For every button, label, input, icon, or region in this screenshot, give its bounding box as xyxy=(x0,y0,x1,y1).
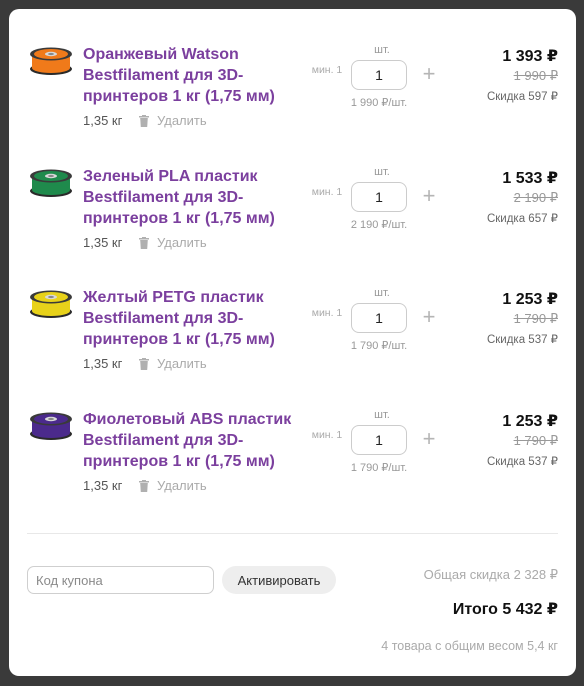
plus-icon[interactable]: + xyxy=(419,306,439,328)
old-price: 1 790 ₽ xyxy=(513,433,558,448)
trash-icon xyxy=(139,479,149,492)
item-meta: 1,35 кг Удалить xyxy=(83,113,207,128)
old-price: 1 790 ₽ xyxy=(513,311,558,326)
qty-unit: шт. xyxy=(374,44,390,56)
unit-price: 1 790 ₽/шт. xyxy=(350,462,408,474)
qty-min: мин. 1 xyxy=(311,307,343,319)
plus-icon[interactable]: + xyxy=(419,185,439,207)
item-meta: 1,35 кг Удалить xyxy=(83,478,207,493)
delete-label: Удалить xyxy=(157,235,207,250)
qty-min: мин. 1 xyxy=(311,429,343,441)
quantity-input[interactable] xyxy=(351,60,407,90)
activate-coupon-button[interactable]: Активировать xyxy=(222,566,336,594)
discount: Скидка 537 ₽ xyxy=(486,456,558,468)
price: 1 533 ₽ xyxy=(502,170,558,187)
total-discount: Общая скидка 2 328 ₽ xyxy=(423,567,558,582)
item-weight: 1,35 кг xyxy=(83,478,123,493)
old-price: 2 190 ₽ xyxy=(513,190,558,205)
qty-unit: шт. xyxy=(374,166,390,178)
grand-total: Итого 5 432 ₽ xyxy=(452,601,558,618)
unit-price: 1 790 ₽/шт. xyxy=(350,340,408,352)
qty-unit: шт. xyxy=(374,409,390,421)
discount: Скидка 657 ₽ xyxy=(486,213,558,225)
filament-spool-icon xyxy=(30,412,72,440)
quantity-input[interactable] xyxy=(351,303,407,333)
plus-icon[interactable]: + xyxy=(419,63,439,85)
price: 1 253 ₽ xyxy=(502,291,558,308)
item-weight: 1,35 кг xyxy=(83,113,123,128)
unit-price: 2 190 ₽/шт. xyxy=(350,219,408,231)
product-title-link[interactable]: Оранжевый Watson Bestfilament для 3D-при… xyxy=(83,44,308,107)
delete-button[interactable]: Удалить xyxy=(139,356,207,371)
cart-item: Оранжевый Watson Bestfilament для 3D-при… xyxy=(9,44,576,154)
coupon-input[interactable] xyxy=(27,566,214,594)
cart-item: Зеленый PLA пластик Bestfilament для 3D-… xyxy=(9,166,576,276)
discount: Скидка 537 ₽ xyxy=(486,334,558,346)
unit-price: 1 990 ₽/шт. xyxy=(350,97,408,109)
cart-item: Желтый PETG пластик Bestfilament для 3D-… xyxy=(9,287,576,397)
quantity-input[interactable] xyxy=(351,425,407,455)
qty-unit: шт. xyxy=(374,287,390,299)
filament-spool-icon xyxy=(30,47,72,75)
qty-min: мин. 1 xyxy=(311,64,343,76)
cart-item: Фиолетовый ABS пластик Bestfilament для … xyxy=(9,409,576,519)
trash-icon xyxy=(139,236,149,249)
filament-spool-icon xyxy=(30,169,72,197)
qty-min: мин. 1 xyxy=(311,186,343,198)
delete-button[interactable]: Удалить xyxy=(139,478,207,493)
item-meta: 1,35 кг Удалить xyxy=(83,235,207,250)
quantity-stepper: шт. мин. 1 + 1 790 ₽/шт. xyxy=(309,409,449,489)
quantity-stepper: шт. мин. 1 + 1 990 ₽/шт. xyxy=(309,44,449,124)
quantity-stepper: шт. мин. 1 + 2 190 ₽/шт. xyxy=(309,166,449,246)
quantity-input[interactable] xyxy=(351,182,407,212)
item-meta: 1,35 кг Удалить xyxy=(83,356,207,371)
delete-button[interactable]: Удалить xyxy=(139,235,207,250)
item-weight: 1,35 кг xyxy=(83,235,123,250)
product-title-link[interactable]: Зеленый PLA пластик Bestfilament для 3D-… xyxy=(83,166,308,229)
item-weight: 1,35 кг xyxy=(83,356,123,371)
delete-label: Удалить xyxy=(157,478,207,493)
old-price: 1 990 ₽ xyxy=(513,68,558,83)
divider xyxy=(27,533,558,534)
price: 1 393 ₽ xyxy=(502,48,558,65)
delete-label: Удалить xyxy=(157,113,207,128)
trash-icon xyxy=(139,114,149,127)
delete-label: Удалить xyxy=(157,356,207,371)
cart-card: Оранжевый Watson Bestfilament для 3D-при… xyxy=(9,9,576,676)
filament-spool-icon xyxy=(30,290,72,318)
price-block: 1 393 ₽ 1 990 ₽ Скидка 597 ₽ xyxy=(438,46,558,103)
plus-icon[interactable]: + xyxy=(419,428,439,450)
price-block: 1 533 ₽ 2 190 ₽ Скидка 657 ₽ xyxy=(438,168,558,225)
product-title-link[interactable]: Фиолетовый ABS пластик Bestfilament для … xyxy=(83,409,308,472)
summary-note: 4 товара с общим весом 5,4 кг xyxy=(381,639,558,653)
price-block: 1 253 ₽ 1 790 ₽ Скидка 537 ₽ xyxy=(438,289,558,346)
discount: Скидка 597 ₽ xyxy=(486,91,558,103)
product-title-link[interactable]: Желтый PETG пластик Bestfilament для 3D-… xyxy=(83,287,308,350)
quantity-stepper: шт. мин. 1 + 1 790 ₽/шт. xyxy=(309,287,449,367)
price-block: 1 253 ₽ 1 790 ₽ Скидка 537 ₽ xyxy=(438,411,558,468)
price: 1 253 ₽ xyxy=(502,413,558,430)
trash-icon xyxy=(139,357,149,370)
delete-button[interactable]: Удалить xyxy=(139,113,207,128)
